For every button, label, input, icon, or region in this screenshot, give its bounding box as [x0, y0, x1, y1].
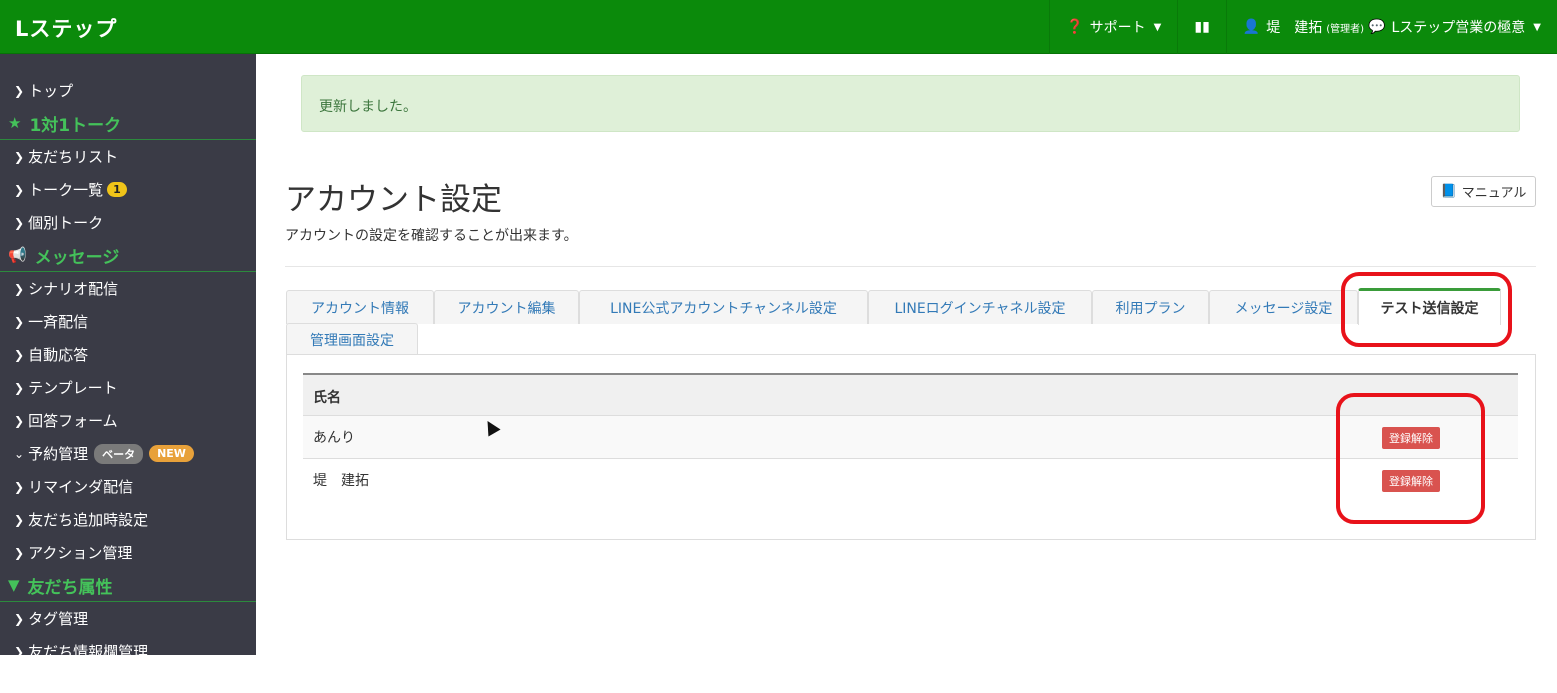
sidebar-item-friends-list[interactable]: ❯ 友だちリスト: [0, 140, 256, 173]
chevron-right-icon: ❯: [14, 644, 25, 656]
user-name: 堤 建拓: [1266, 20, 1323, 36]
chevron-right-icon: ❯: [14, 149, 25, 164]
sidebar-item-reminder[interactable]: ❯ リマインダ配信: [0, 470, 256, 503]
question-circle-icon: ❓: [1066, 19, 1084, 35]
page-title: アカウント設定: [285, 182, 502, 218]
page-description: アカウントの設定を確認することが出来ます。: [285, 228, 578, 244]
success-alert: 更新しました。: [301, 75, 1520, 132]
annotation-outline-tab: [1341, 272, 1512, 347]
user-role: (管理者): [1326, 23, 1365, 35]
annotation-outline-buttons: [1336, 393, 1485, 524]
tab-admin-screen-settings[interactable]: 管理画面設定: [286, 323, 418, 355]
unread-badge: 1: [107, 182, 127, 197]
sidebar-section-talk: ★ 1対1トーク: [0, 107, 256, 140]
sidebar-item-answer-form[interactable]: ❯ 回答フォーム: [0, 404, 256, 437]
chevron-right-icon: ❯: [14, 380, 25, 395]
chevron-right-icon: ❯: [14, 512, 25, 527]
book-icon: 📘: [1440, 184, 1457, 199]
account-name: Lステップ営業の極意: [1391, 20, 1526, 36]
chevron-right-icon: ❯: [14, 347, 25, 362]
user-menu[interactable]: 👤 堤 建拓 (管理者) 💬 Lステップ営業の極意 ▼: [1225, 0, 1557, 54]
tab-message-settings[interactable]: メッセージ設定: [1209, 290, 1358, 324]
sidebar-item-tag-management[interactable]: ❯ タグ管理: [0, 602, 256, 635]
tab-account-edit[interactable]: アカウント編集: [434, 290, 579, 324]
star-icon: ★: [8, 114, 22, 132]
sidebar-item-reservation[interactable]: ⌄ 予約管理 ベータ NEW: [0, 437, 256, 470]
sidebar-item-top[interactable]: ❯ トップ: [0, 74, 256, 107]
brand-logo[interactable]: Lステップ: [15, 13, 117, 43]
support-menu[interactable]: ❓ サポート ▼: [1049, 0, 1177, 54]
tab-line-login-channel[interactable]: LINEログインチャネル設定: [868, 290, 1092, 324]
sidebar-item-auto-reply[interactable]: ❯ 自動応答: [0, 338, 256, 371]
tab-plan[interactable]: 利用プラン: [1092, 290, 1209, 324]
chevron-right-icon: ❯: [14, 545, 25, 560]
filter-icon: ▼: [8, 576, 20, 594]
chevron-right-icon: ❯: [14, 479, 25, 494]
beta-badge: ベータ: [94, 443, 144, 464]
sidebar: ❯ トップ ★ 1対1トーク ❯ 友だちリスト ❯ トーク一覧 1 ❯ 個別トー…: [0, 54, 256, 655]
sidebar-item-broadcast[interactable]: ❯ 一斉配信: [0, 305, 256, 338]
chevron-right-icon: ❯: [14, 281, 25, 296]
comment-icon: 💬: [1368, 19, 1386, 35]
sidebar-item-template[interactable]: ❯ テンプレート: [0, 371, 256, 404]
chevron-right-icon: ❯: [14, 314, 25, 329]
sidebar-item-action-management[interactable]: ❯ アクション管理: [0, 536, 256, 569]
top-navbar: Lステップ ❓ サポート ▼ ▮▮ 👤 堤 建拓 (管理者) 💬 Lステップ営業…: [0, 0, 1557, 54]
caret-down-icon: ▼: [1533, 21, 1541, 33]
new-badge: NEW: [149, 445, 194, 462]
sidebar-item-talk-list[interactable]: ❯ トーク一覧 1: [0, 173, 256, 206]
sidebar-section-message: 📢 メッセージ: [0, 239, 256, 272]
support-label: サポート: [1089, 20, 1146, 36]
tab-line-official-channel[interactable]: LINE公式アカウントチャンネル設定: [579, 290, 868, 324]
stats-button[interactable]: ▮▮: [1177, 0, 1225, 54]
chevron-right-icon: ❯: [14, 215, 25, 230]
chevron-right-icon: ❯: [14, 182, 25, 197]
chevron-right-icon: ❯: [14, 83, 25, 98]
sidebar-item-individual-talk[interactable]: ❯ 個別トーク: [0, 206, 256, 239]
user-name-cell: あんり: [313, 430, 355, 446]
megaphone-icon: 📢: [8, 246, 27, 264]
tab-account-info[interactable]: アカウント情報: [286, 290, 434, 324]
divider: [285, 266, 1536, 267]
sidebar-section-friend-attributes: ▼ 友だち属性: [0, 569, 256, 602]
user-name-cell: 堤 建拓: [313, 473, 369, 489]
caret-down-icon: ▼: [1153, 21, 1162, 33]
bar-chart-icon: ▮▮: [1194, 19, 1210, 35]
chevron-right-icon: ❯: [14, 413, 25, 428]
sidebar-item-friend-info[interactable]: ❯ 友だち情報欄管理: [0, 635, 256, 655]
chevron-right-icon: ❯: [14, 611, 25, 626]
manual-button[interactable]: 📘 マニュアル: [1431, 176, 1536, 207]
chevron-down-icon: ⌄: [14, 446, 25, 461]
sidebar-item-scenario[interactable]: ❯ シナリオ配信: [0, 272, 256, 305]
user-icon: 👤: [1242, 19, 1261, 35]
navbar-right: ❓ サポート ▼ ▮▮ 👤 堤 建拓 (管理者) 💬 Lステップ営業の極意 ▼: [1049, 0, 1557, 54]
sidebar-item-friend-add-settings[interactable]: ❯ 友だち追加時設定: [0, 503, 256, 536]
